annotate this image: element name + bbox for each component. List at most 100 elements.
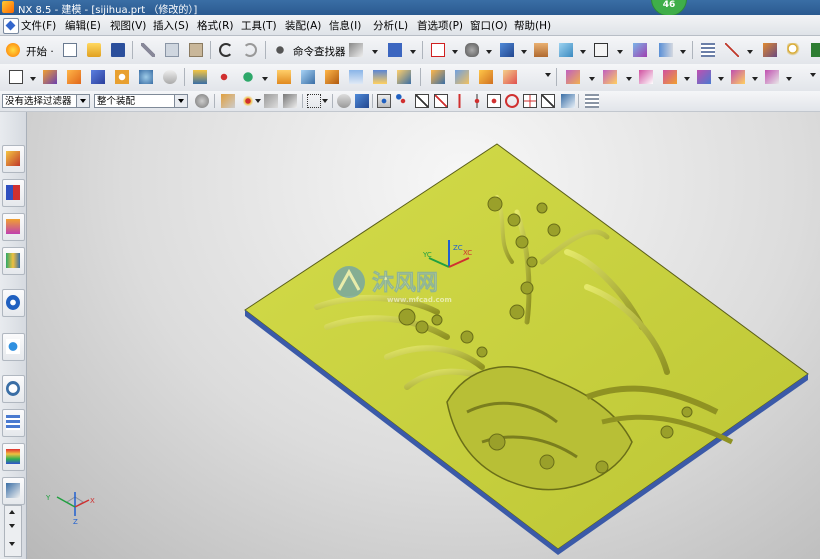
- chevron-down-icon[interactable]: [545, 73, 551, 77]
- background-button[interactable]: [591, 40, 611, 60]
- delete-face-button[interactable]: [694, 67, 714, 87]
- cut-button[interactable]: [138, 40, 158, 60]
- roles-tab[interactable]: [2, 477, 25, 505]
- edit-feature-button[interactable]: [563, 67, 583, 87]
- menu-assembly[interactable]: 装配(A): [285, 18, 321, 33]
- chevron-down-icon[interactable]: [452, 50, 458, 54]
- render-style-button[interactable]: [462, 40, 482, 60]
- command-finder-label[interactable]: 命令查找器: [293, 44, 346, 59]
- snap-center-button[interactable]: [484, 91, 504, 111]
- app-menu-icon[interactable]: [3, 18, 19, 34]
- chevron-down-icon[interactable]: [322, 99, 328, 103]
- resize-button[interactable]: [728, 67, 748, 87]
- snap-midpoint-button[interactable]: [431, 91, 451, 111]
- menu-tools[interactable]: 工具(T): [241, 18, 277, 33]
- chevron-down-icon[interactable]: [9, 524, 15, 528]
- snap-on-curve-button[interactable]: [538, 91, 558, 111]
- chevron-down-icon[interactable]: [9, 542, 15, 546]
- split-button[interactable]: [370, 67, 390, 87]
- selection-button[interactable]: [346, 40, 366, 60]
- menu-info[interactable]: 信息(I): [329, 18, 361, 33]
- move-face-button[interactable]: [636, 67, 656, 87]
- hd3d-tools-tab[interactable]: [2, 289, 25, 317]
- chevron-down-icon[interactable]: [786, 77, 792, 81]
- rectangle-select-button[interactable]: [304, 91, 324, 111]
- more-button[interactable]: [808, 40, 820, 60]
- snap-endpoint-button[interactable]: [412, 91, 432, 111]
- snap-on-face-button[interactable]: [558, 91, 578, 111]
- select-face-button[interactable]: [280, 91, 300, 111]
- snap-enable-button[interactable]: [374, 91, 394, 111]
- save-button[interactable]: [108, 40, 128, 60]
- new-button[interactable]: [60, 40, 80, 60]
- select-feature-button[interactable]: [218, 91, 238, 111]
- type-filter-select[interactable]: 没有选择过滤器: [2, 94, 90, 108]
- menu-file[interactable]: 文件(F): [21, 18, 56, 33]
- feature-button[interactable]: [238, 67, 258, 87]
- part-navigator-tab[interactable]: [2, 213, 25, 241]
- menu-insert[interactable]: 插入(S): [153, 18, 189, 33]
- menu-analysis[interactable]: 分析(L): [373, 18, 408, 33]
- shell-button[interactable]: [452, 67, 472, 87]
- chevron-down-icon[interactable]: [718, 77, 724, 81]
- revolve-button[interactable]: [88, 67, 108, 87]
- blend-button[interactable]: [394, 67, 414, 87]
- history-tab[interactable]: [2, 375, 25, 403]
- menu-preferences[interactable]: 首选项(P): [417, 18, 463, 33]
- chevron-down-icon[interactable]: [617, 50, 623, 54]
- chevron-down-icon[interactable]: [589, 77, 595, 81]
- menu-view[interactable]: 视图(V): [110, 18, 146, 33]
- sketch-button[interactable]: [6, 67, 26, 87]
- chevron-down-icon[interactable]: [174, 95, 187, 107]
- menu-help[interactable]: 帮助(H): [514, 18, 551, 33]
- reuse-library-tab[interactable]: [2, 247, 25, 275]
- start-button[interactable]: [3, 40, 23, 60]
- chevron-down-icon[interactable]: [486, 50, 492, 54]
- pocket-button[interactable]: [160, 67, 180, 87]
- pattern-button[interactable]: [190, 67, 210, 87]
- replace-face-button[interactable]: [660, 67, 680, 87]
- layer-button[interactable]: [556, 40, 576, 60]
- command-finder-button[interactable]: [270, 40, 290, 60]
- carved-plate[interactable]: [244, 143, 809, 550]
- sync-button[interactable]: [600, 67, 620, 87]
- chevron-down-icon[interactable]: [684, 77, 690, 81]
- tool-button[interactable]: [760, 40, 780, 60]
- chevron-up-icon[interactable]: [9, 510, 15, 514]
- intersect-button[interactable]: [322, 67, 342, 87]
- chevron-down-icon[interactable]: [680, 50, 686, 54]
- resource-scroll[interactable]: [4, 505, 22, 557]
- snap-body-button[interactable]: [334, 91, 354, 111]
- assembly-nav-button[interactable]: [385, 40, 405, 60]
- select-body-button[interactable]: [261, 91, 281, 111]
- menu-format[interactable]: 格式(R): [197, 18, 234, 33]
- draft-button[interactable]: [476, 67, 496, 87]
- chevron-down-icon[interactable]: [372, 50, 378, 54]
- orient-view-button[interactable]: [497, 40, 517, 60]
- analysis-button[interactable]: [698, 40, 718, 60]
- chevron-down-icon[interactable]: [580, 50, 586, 54]
- trim-button[interactable]: [346, 67, 366, 87]
- snap-grid-button[interactable]: [393, 91, 413, 111]
- move-button[interactable]: [656, 40, 676, 60]
- open-button[interactable]: [84, 40, 104, 60]
- datum-button[interactable]: [40, 67, 60, 87]
- chevron-down-icon[interactable]: [521, 50, 527, 54]
- extrude-button[interactable]: [64, 67, 84, 87]
- snap-bounded-button[interactable]: [582, 91, 602, 111]
- redo-button[interactable]: [240, 40, 260, 60]
- detail-button[interactable]: [762, 67, 782, 87]
- chevron-down-icon[interactable]: [262, 77, 268, 81]
- scope-select[interactable]: 整个装配: [94, 94, 188, 108]
- chevron-down-icon[interactable]: [752, 77, 758, 81]
- point-button[interactable]: [214, 67, 234, 87]
- shade-button[interactable]: [531, 40, 551, 60]
- web-browser-tab[interactable]: [2, 333, 25, 361]
- chevron-down-icon[interactable]: [410, 50, 416, 54]
- unite-button[interactable]: [274, 67, 294, 87]
- system-materials-tab[interactable]: [2, 409, 25, 437]
- hole-button[interactable]: [112, 67, 132, 87]
- start-label[interactable]: 开始 ·: [26, 44, 54, 59]
- chevron-down-icon[interactable]: [747, 50, 753, 54]
- constraint-navigator-tab[interactable]: [2, 179, 25, 207]
